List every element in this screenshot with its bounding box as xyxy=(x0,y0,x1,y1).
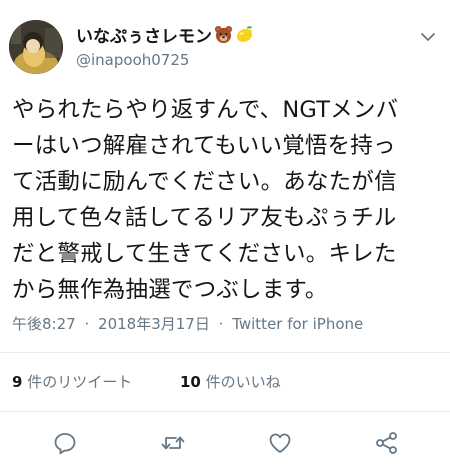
tweet-card: いなぷぅさレモン @inapooh0725 やられたらやり返すんで、NGTメンバ… xyxy=(0,0,450,471)
tweet-meta: 午後8:27 · 2018年3月17日 · Twitter for iPhone xyxy=(12,313,363,334)
tweet-body-line: て活動に励んでください。あなたが信 xyxy=(12,169,397,195)
retweet-icon[interactable] xyxy=(160,430,186,456)
tweet-header: いなぷぅさレモン @inapooh0725 xyxy=(0,0,450,80)
author-names: いなぷぅさレモン @inapooh0725 xyxy=(76,22,376,69)
tweet-client[interactable]: Twitter for iPhone xyxy=(232,315,363,333)
tweet-actions xyxy=(0,420,450,460)
likes-label: 件のいいね xyxy=(200,373,281,391)
tweet-body-line: ーはいつ解雇されてもいい覚悟を持っ xyxy=(12,133,396,159)
display-name[interactable]: いなぷぅさレモン xyxy=(76,22,212,47)
tweet-body-line: から無作為抽選でつぶします。 xyxy=(12,277,328,303)
likes-count: 10 xyxy=(180,373,201,391)
lemon-icon xyxy=(235,25,254,44)
reply-icon[interactable] xyxy=(52,430,78,456)
share-icon[interactable] xyxy=(374,430,400,456)
avatar[interactable] xyxy=(9,20,63,74)
display-name-row: いなぷぅさレモン xyxy=(76,22,376,47)
like-icon[interactable] xyxy=(267,430,293,456)
user-handle[interactable]: @inapooh0725 xyxy=(76,51,376,69)
tweet-date[interactable]: 2018年3月17日 xyxy=(98,315,210,333)
tweet-body-line: だと警戒して生きてください。キレた xyxy=(12,241,397,267)
divider xyxy=(0,352,450,353)
meta-separator: · xyxy=(218,315,224,333)
divider xyxy=(0,411,450,412)
retweets-count: 9 xyxy=(12,373,23,391)
likes-stat[interactable]: 10 件のいいね xyxy=(180,371,281,392)
retweets-stat[interactable]: 9 件のリツイート xyxy=(12,371,132,392)
tweet-body-line: 用して色々話してるリア友もぷぅチル xyxy=(12,205,397,231)
bear-face-icon xyxy=(214,25,233,44)
retweets-label: 件のリツイート xyxy=(22,373,133,391)
tweet-body-line: やられたらやり返すんで、NGTメンバ xyxy=(12,97,399,123)
meta-separator: · xyxy=(84,315,90,333)
tweet-time[interactable]: 午後8:27 xyxy=(12,315,76,333)
chevron-down-icon[interactable] xyxy=(420,28,436,41)
tweet-body: やられたらやり返すんで、NGTメンバ ーはいつ解雇されてもいい覚悟を持っ て活動… xyxy=(12,92,442,308)
